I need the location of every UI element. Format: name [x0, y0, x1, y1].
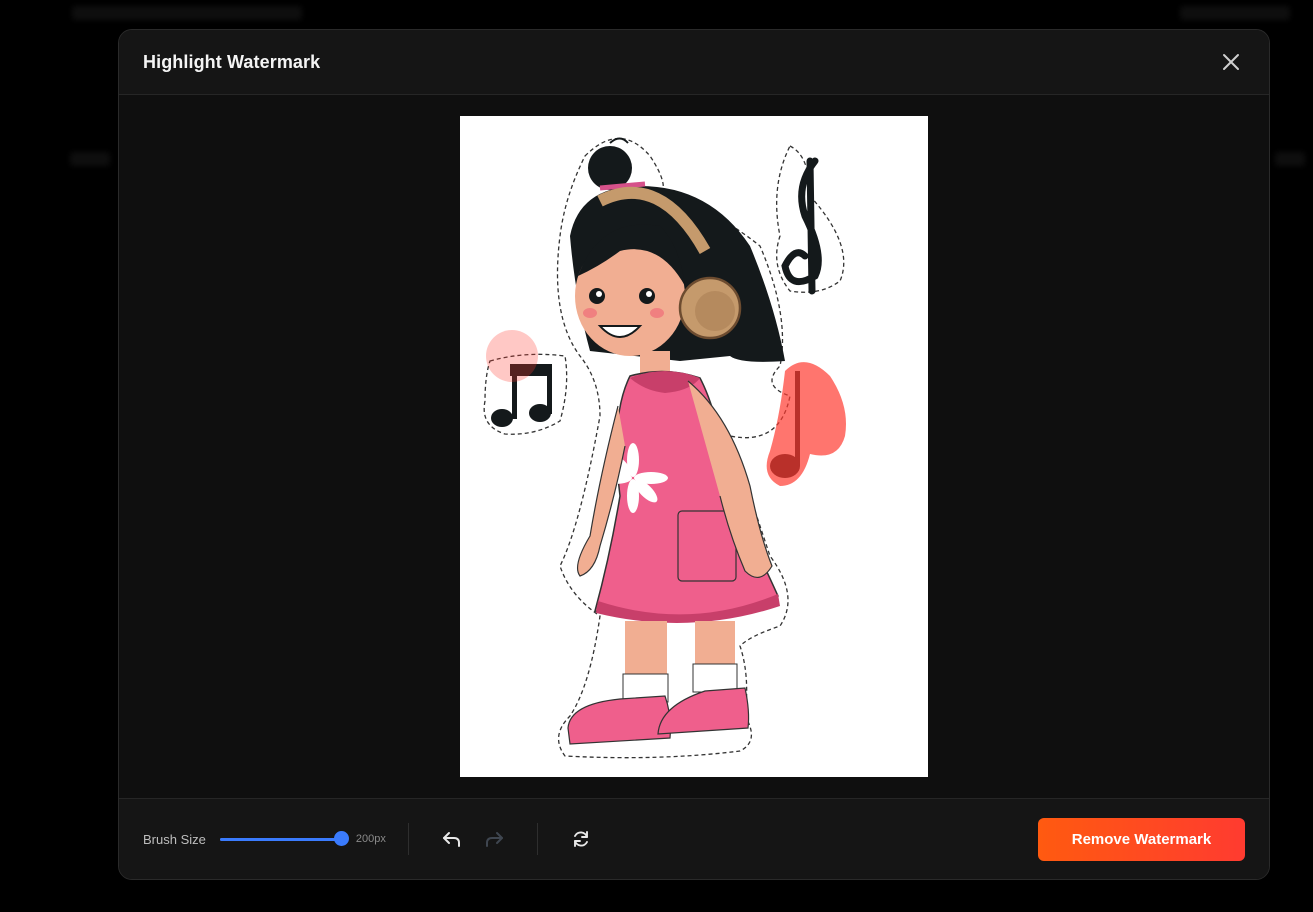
close-button[interactable]	[1217, 48, 1245, 76]
editor-canvas-area	[119, 95, 1269, 800]
brush-size-label: Brush Size	[143, 831, 206, 847]
dialog-title: Highlight Watermark	[143, 51, 321, 72]
refresh-icon	[573, 831, 588, 847]
brush-size-slider[interactable]	[219, 831, 349, 847]
redo-button[interactable]	[481, 826, 507, 852]
remove-watermark-button[interactable]: Remove Watermark	[1038, 817, 1245, 861]
undo-button[interactable]	[439, 826, 465, 852]
image-canvas[interactable]	[460, 116, 928, 777]
slider-fill	[219, 838, 342, 841]
cartoon-girl-image	[483, 137, 846, 759]
editor-toolbar: Brush Size 200px Remove Watermark	[119, 798, 1269, 879]
toolbar-divider	[536, 823, 538, 855]
toolbar-divider	[407, 823, 409, 855]
dialog-header: Highlight Watermark	[119, 30, 1269, 95]
redo-icon	[485, 832, 503, 847]
highlight-watermark-dialog: Highlight Watermark Brush Size 200px Rem…	[118, 29, 1270, 880]
close-icon	[1223, 54, 1239, 70]
slider-thumb[interactable]	[333, 831, 349, 846]
reset-button[interactable]	[568, 826, 594, 852]
undo-icon	[442, 832, 460, 847]
brush-size-value: 200px	[355, 833, 386, 845]
